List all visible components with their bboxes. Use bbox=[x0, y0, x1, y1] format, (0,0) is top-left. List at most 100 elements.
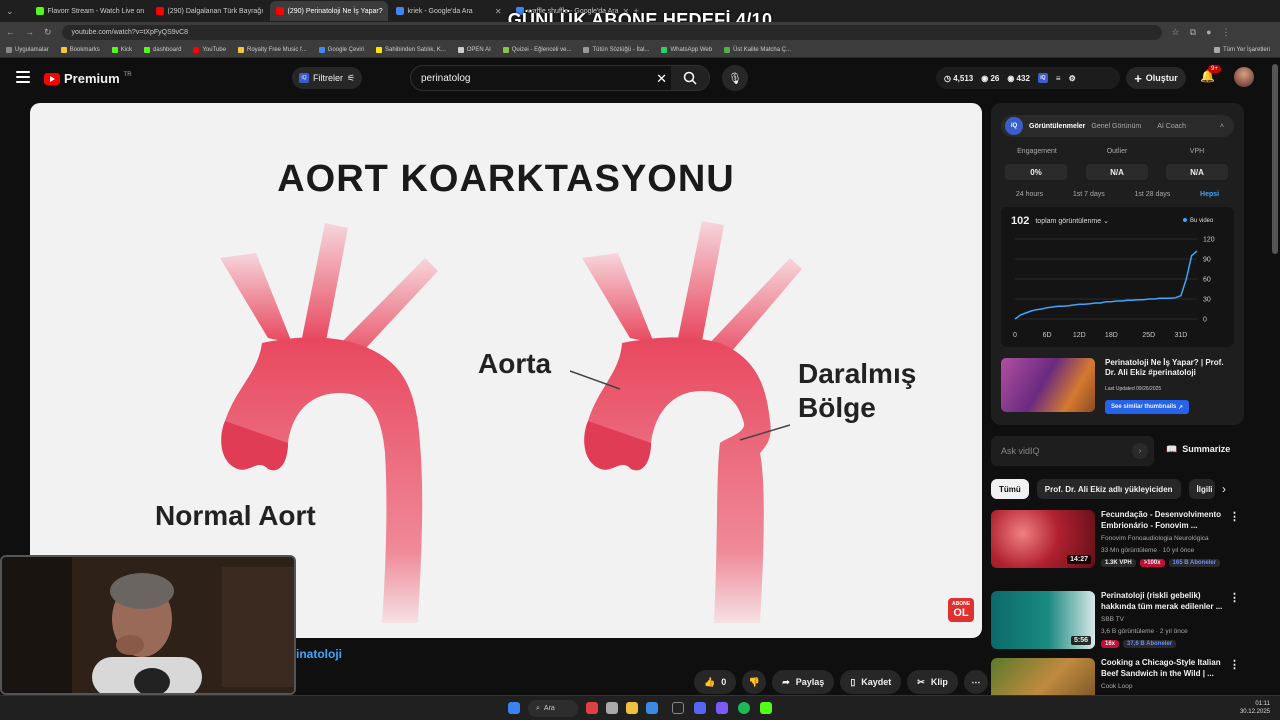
more-actions-button[interactable]: ⋯ bbox=[963, 670, 988, 694]
vidiq-stats-bar[interactable]: ◷ 4,513 ◉ 26 ◉ 432 iQ ≡ ⚙ bbox=[936, 67, 1120, 89]
rec-thumbnail[interactable] bbox=[991, 658, 1095, 695]
app-icon-2[interactable] bbox=[716, 702, 728, 714]
all-bookmarks[interactable]: Tüm Yer İşaretleri bbox=[1213, 46, 1270, 53]
label-normal-aorta: Normal Aort bbox=[155, 500, 316, 531]
rec-meta: 3,6 B görüntüleme · 2 yıl önce bbox=[1101, 628, 1188, 635]
bookmark-item[interactable]: Quizei - Eğlenceli ve... bbox=[502, 46, 571, 53]
address-bar: ← → ↻ youtube.com/watch?v=tXpFyQS9vC8 ☆ … bbox=[0, 22, 1280, 42]
windows-taskbar: ⌕ Ara 01:11 30.12.2025 bbox=[0, 695, 1280, 720]
avatar[interactable] bbox=[1234, 67, 1254, 87]
chip-all[interactable]: Tümü bbox=[991, 479, 1029, 499]
bookmark-item[interactable]: Kick bbox=[111, 46, 132, 53]
rec-more-icon[interactable]: ⋮ bbox=[1229, 591, 1240, 604]
back-icon[interactable]: ← bbox=[6, 27, 15, 37]
bookmark-item[interactable]: Bookmarks bbox=[60, 46, 100, 53]
forward-icon[interactable]: → bbox=[25, 27, 34, 37]
rec-more-icon[interactable]: ⋮ bbox=[1229, 510, 1240, 523]
menu-icon[interactable] bbox=[16, 71, 30, 83]
kick-icon[interactable] bbox=[760, 702, 772, 714]
bookmark-item[interactable]: Üst Kalite Matcha Ç... bbox=[724, 46, 791, 53]
tab-views[interactable]: Görüntülenmeler bbox=[1029, 123, 1085, 130]
rec-tag-subs: 37,6 B Aboneler bbox=[1123, 640, 1177, 648]
bookmark-item[interactable]: dashboard bbox=[144, 46, 181, 53]
rec-item[interactable]: 14:27 Fecundação - Desenvolvimento Embri… bbox=[991, 510, 1244, 570]
period-selector: 24 hours 1st 7 days 1st 28 days Hepsi bbox=[1001, 191, 1234, 198]
search-box[interactable]: perinatolog ✕ bbox=[410, 65, 710, 91]
discord-icon[interactable] bbox=[694, 702, 706, 714]
summarize-button[interactable]: 📖 Summarize bbox=[1166, 444, 1230, 455]
period-7d[interactable]: 1st 7 days bbox=[1073, 191, 1105, 198]
start-icon[interactable] bbox=[508, 702, 520, 714]
app-icon[interactable] bbox=[646, 702, 658, 714]
obs-icon[interactable] bbox=[606, 702, 618, 714]
chrome-icon[interactable] bbox=[586, 702, 598, 714]
clock[interactable]: 01:11 30.12.2025 bbox=[1240, 700, 1270, 716]
youtube-logo[interactable]: Premium TR bbox=[44, 71, 132, 86]
rec-thumbnail[interactable]: 14:27 bbox=[991, 510, 1095, 568]
rec-channel[interactable]: Cook Loop bbox=[1101, 683, 1132, 690]
clip-button[interactable]: ✂ Klip bbox=[907, 670, 958, 694]
share-button[interactable]: ➦ Paylaş bbox=[772, 670, 835, 694]
rec-title[interactable]: Fecundação - Desenvolvimento Embrionário… bbox=[1101, 510, 1227, 532]
rec-channel[interactable]: SBB TV bbox=[1101, 616, 1124, 623]
send-arrow-icon[interactable]: › bbox=[1132, 443, 1148, 459]
bookmark-item[interactable]: Royalty Free Music f... bbox=[237, 46, 307, 53]
tab-ai-coach[interactable]: AI Coach bbox=[1157, 123, 1186, 130]
bookmark-item[interactable]: WhatsApp Web bbox=[661, 46, 713, 53]
search-input[interactable]: perinatolog bbox=[421, 73, 470, 84]
clear-icon[interactable]: ✕ bbox=[656, 71, 667, 87]
save-button[interactable]: ▯ Kaydet bbox=[840, 670, 902, 694]
taskbar-search[interactable]: ⌕ Ara bbox=[528, 700, 578, 717]
rec-more-icon[interactable]: ⋮ bbox=[1229, 658, 1240, 671]
dislike-button[interactable]: 👎 bbox=[742, 670, 767, 694]
tab-overview[interactable]: Genel Görünüm bbox=[1091, 123, 1141, 130]
bookmark-label: Royalty Free Music f... bbox=[246, 46, 307, 53]
chip-next-icon[interactable]: › bbox=[1222, 482, 1226, 496]
bookmark-item[interactable]: YouTube bbox=[193, 46, 226, 53]
bookmark-item[interactable]: Uygulamalar bbox=[6, 46, 49, 53]
metric-engagement-label: Engagement bbox=[1017, 148, 1057, 155]
mic-icon[interactable]: 🎙 bbox=[722, 65, 748, 91]
rec-thumbnail[interactable]: 5:56 bbox=[991, 591, 1095, 649]
period-24h[interactable]: 24 hours bbox=[1016, 191, 1043, 198]
period-all[interactable]: Hepsi bbox=[1200, 191, 1219, 198]
chip-related[interactable]: İlgili bbox=[1188, 479, 1215, 499]
bookmark-label: WhatsApp Web bbox=[670, 46, 713, 53]
bookmark-item[interactable]: Sahibinden Satılık, K... bbox=[376, 46, 446, 53]
rec-title[interactable]: Cooking a Chicago-Style Italian Beef San… bbox=[1101, 658, 1227, 680]
scrollbar[interactable] bbox=[1272, 64, 1278, 254]
bookmark-item[interactable]: Tütün Sözlüğü - İtal... bbox=[583, 46, 649, 53]
rec-tag-subs: 165 B Aboneler bbox=[1168, 559, 1221, 567]
extensions-icon[interactable]: ⧉ bbox=[1190, 27, 1196, 38]
similar-thumbnails-button[interactable]: See similar thumbnails ↗ bbox=[1105, 400, 1190, 414]
filters-button[interactable]: iQ Filtreler ⚟ bbox=[292, 67, 362, 89]
folder-icon[interactable] bbox=[626, 702, 638, 714]
y-tick-label: 30 bbox=[1203, 297, 1211, 304]
reload-icon[interactable]: ↻ bbox=[44, 27, 52, 38]
url-field[interactable]: youtube.com/watch?v=tXpFyQS9vC8 bbox=[61, 24, 1162, 40]
like-button[interactable]: 👍 0 bbox=[694, 670, 737, 694]
period-28d[interactable]: 1st 28 days bbox=[1135, 191, 1171, 198]
notifications-bell-icon[interactable]: 🔔 9+ bbox=[1200, 65, 1221, 83]
bookmark-item[interactable]: OPEN AI bbox=[457, 46, 491, 53]
tools-icon[interactable]: ⚙ bbox=[1069, 74, 1076, 83]
video-title-partial[interactable]: inatoloji bbox=[296, 647, 342, 661]
bookmark-item[interactable]: Google Çeviri bbox=[318, 46, 365, 53]
create-button[interactable]: + Oluştur bbox=[1126, 67, 1186, 89]
terminal-icon[interactable] bbox=[672, 702, 684, 714]
rec-item[interactable]: 5:56 Perinatoloji (riskli gebelik) hakkı… bbox=[991, 591, 1244, 651]
list-icon[interactable]: ≡ bbox=[1056, 74, 1061, 83]
subscribe-watermark[interactable]: ABONE OL bbox=[948, 598, 974, 622]
rec-title[interactable]: Perinatoloji (riskli gebelik) hakkında t… bbox=[1101, 591, 1227, 613]
collapse-icon[interactable]: ˄ bbox=[1220, 123, 1224, 130]
star-icon[interactable]: ☆ bbox=[1172, 27, 1180, 38]
browser-menu-icon[interactable]: ⋮ bbox=[1222, 27, 1231, 38]
rec-item[interactable]: Cooking a Chicago-Style Italian Beef San… bbox=[991, 658, 1244, 695]
profile-icon[interactable]: ● bbox=[1206, 27, 1211, 37]
rec-channel[interactable]: Fonovim Fonoaudiologia Neurológica bbox=[1101, 535, 1209, 542]
chip-uploader[interactable]: Prof. Dr. Ali Ekiz adlı yükleyiciden bbox=[1036, 479, 1181, 499]
bookmark-label: Google Çeviri bbox=[327, 46, 365, 53]
spotify-icon[interactable] bbox=[738, 702, 750, 714]
search-button[interactable] bbox=[671, 66, 709, 90]
ask-vidiq-input[interactable]: Ask vidIQ › bbox=[991, 436, 1154, 466]
